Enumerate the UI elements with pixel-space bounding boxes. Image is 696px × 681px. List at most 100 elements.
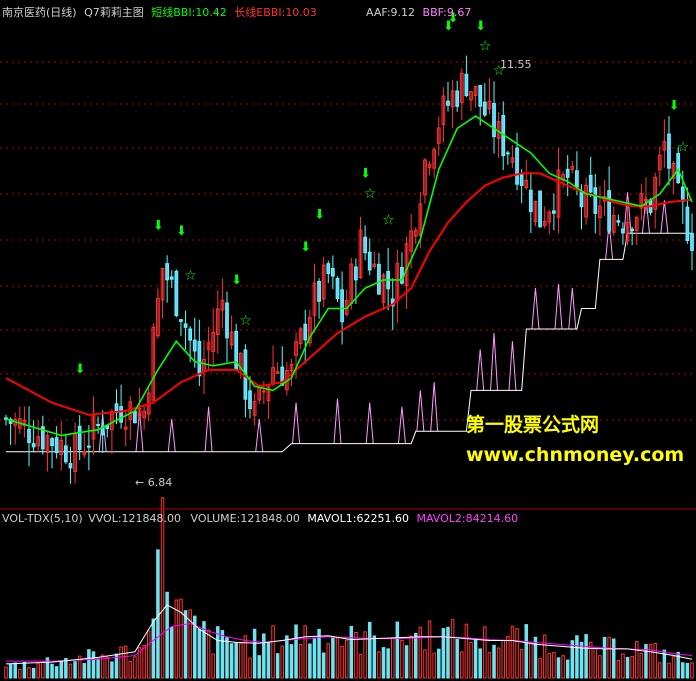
- volume-bar: [506, 635, 510, 679]
- spike-mark: [568, 288, 577, 330]
- volume-bar: [611, 638, 616, 679]
- candle-body: [174, 270, 179, 317]
- short-bbi-line: [5, 115, 693, 437]
- volume-bar: [681, 662, 685, 679]
- volume-bar: [31, 667, 36, 679]
- volume-bar: [73, 661, 77, 679]
- buy-arrow-icon: ⬇: [314, 207, 325, 222]
- candle-body: [588, 174, 593, 193]
- volume-bar: [91, 651, 96, 679]
- bbi-lines: [5, 115, 693, 437]
- buy-arrow-icon: ⬇: [475, 19, 486, 34]
- volume-bar: [598, 655, 602, 679]
- volume-bar: [469, 641, 473, 679]
- volume-label: VOLUME:: [190, 512, 241, 525]
- mavol1-value: 62251.60: [356, 512, 409, 525]
- candle-body: [54, 437, 59, 454]
- volume-bar: [552, 652, 556, 679]
- volume-bar: [630, 655, 634, 679]
- long-bbi-line: [5, 172, 693, 416]
- volume-bar: [538, 658, 542, 679]
- spike-mark: [167, 418, 176, 452]
- volume-bar: [110, 661, 114, 679]
- candle-body: [377, 263, 381, 295]
- watermark-url: www.chnmoney.com: [466, 444, 685, 466]
- volume-bar: [96, 658, 100, 679]
- volume-bar: [533, 636, 538, 679]
- spike-mark: [255, 418, 264, 452]
- short-bbi-value: 10.42: [195, 6, 227, 19]
- star-icon: ☆: [184, 268, 197, 284]
- volume-bar: [400, 640, 404, 679]
- stock-name: 南京医药(日线): [2, 6, 77, 19]
- volume-bar: [151, 618, 156, 679]
- volume-bar: [349, 625, 354, 679]
- volume-bar: [252, 628, 257, 679]
- volume-bar: [289, 644, 294, 679]
- aaf-value: 9.12: [390, 6, 416, 19]
- candle-body: [690, 232, 694, 251]
- price-grid: [0, 61, 696, 421]
- volume-bar: [437, 648, 441, 679]
- volume-bar: [446, 626, 450, 679]
- volume-bar: [312, 638, 317, 679]
- candle-body: [464, 73, 469, 97]
- spike-mark: [397, 406, 406, 444]
- volume-bar: [542, 634, 547, 679]
- volume-bar: [414, 632, 418, 679]
- star-icon: ☆: [239, 313, 252, 329]
- volume-bar: [271, 625, 275, 679]
- bbf-label: BBF:: [422, 6, 447, 19]
- spike-mark: [292, 402, 301, 444]
- candle-body: [27, 428, 31, 444]
- candle-body: [478, 84, 483, 107]
- volume-bar: [146, 630, 151, 679]
- volume-bar: [588, 641, 593, 679]
- volume-bar: [671, 656, 676, 679]
- volume-bar: [266, 642, 271, 679]
- volume-bar: [653, 642, 657, 679]
- buy-arrow-icon: ⬇: [75, 362, 86, 377]
- spike-mark: [430, 382, 439, 432]
- volume-bar: [298, 643, 303, 679]
- volume-bar: [386, 648, 390, 679]
- volume-bar: [404, 645, 409, 679]
- volume-bar: [206, 629, 211, 679]
- buy-arrow-icon: ⬇: [176, 224, 187, 239]
- volume-bar: [367, 621, 372, 679]
- long-bbi-label: 长线EBBI:: [234, 6, 286, 19]
- spike-mark: [554, 283, 563, 330]
- volume-bar: [570, 640, 575, 679]
- candle-body: [225, 302, 229, 339]
- candle-body: [528, 189, 533, 213]
- candle-body: [685, 206, 690, 241]
- vvol-value: 121848.00: [121, 512, 182, 525]
- volume-bar: [634, 641, 639, 679]
- buy-arrow-icon: ⬇: [231, 273, 242, 288]
- candle-body: [616, 220, 621, 223]
- volume-bar: [377, 651, 381, 679]
- volume-bar: [432, 652, 436, 679]
- candle-body: [169, 276, 174, 280]
- candle-body: [63, 445, 68, 463]
- candle-body: [119, 406, 123, 423]
- volume-bar: [87, 649, 91, 679]
- volume-bar: [418, 626, 423, 679]
- candle-body: [96, 423, 100, 426]
- volume-bar: [639, 652, 644, 679]
- volume-indicator-name: VOL-TDX(5,10): [2, 512, 83, 525]
- volume-bar: [225, 637, 229, 679]
- price-header: 南京医药(日线) Q7莉莉主图 短线BBI:10.42 长线EBBI:10.03: [2, 6, 317, 20]
- indicator-name: Q7莉莉主图: [84, 6, 144, 19]
- candle-body: [317, 280, 321, 302]
- candle-body: [630, 228, 635, 232]
- aaf-label: AAF:: [366, 6, 391, 19]
- volume-bar: [501, 639, 505, 679]
- spike-mark: [333, 398, 342, 444]
- volume-bar: [519, 648, 524, 679]
- volume-bar: [372, 635, 377, 679]
- volume-bar: [248, 657, 252, 679]
- candle-body: [68, 463, 73, 469]
- volume-bar: [54, 666, 59, 679]
- candle-body: [482, 101, 487, 116]
